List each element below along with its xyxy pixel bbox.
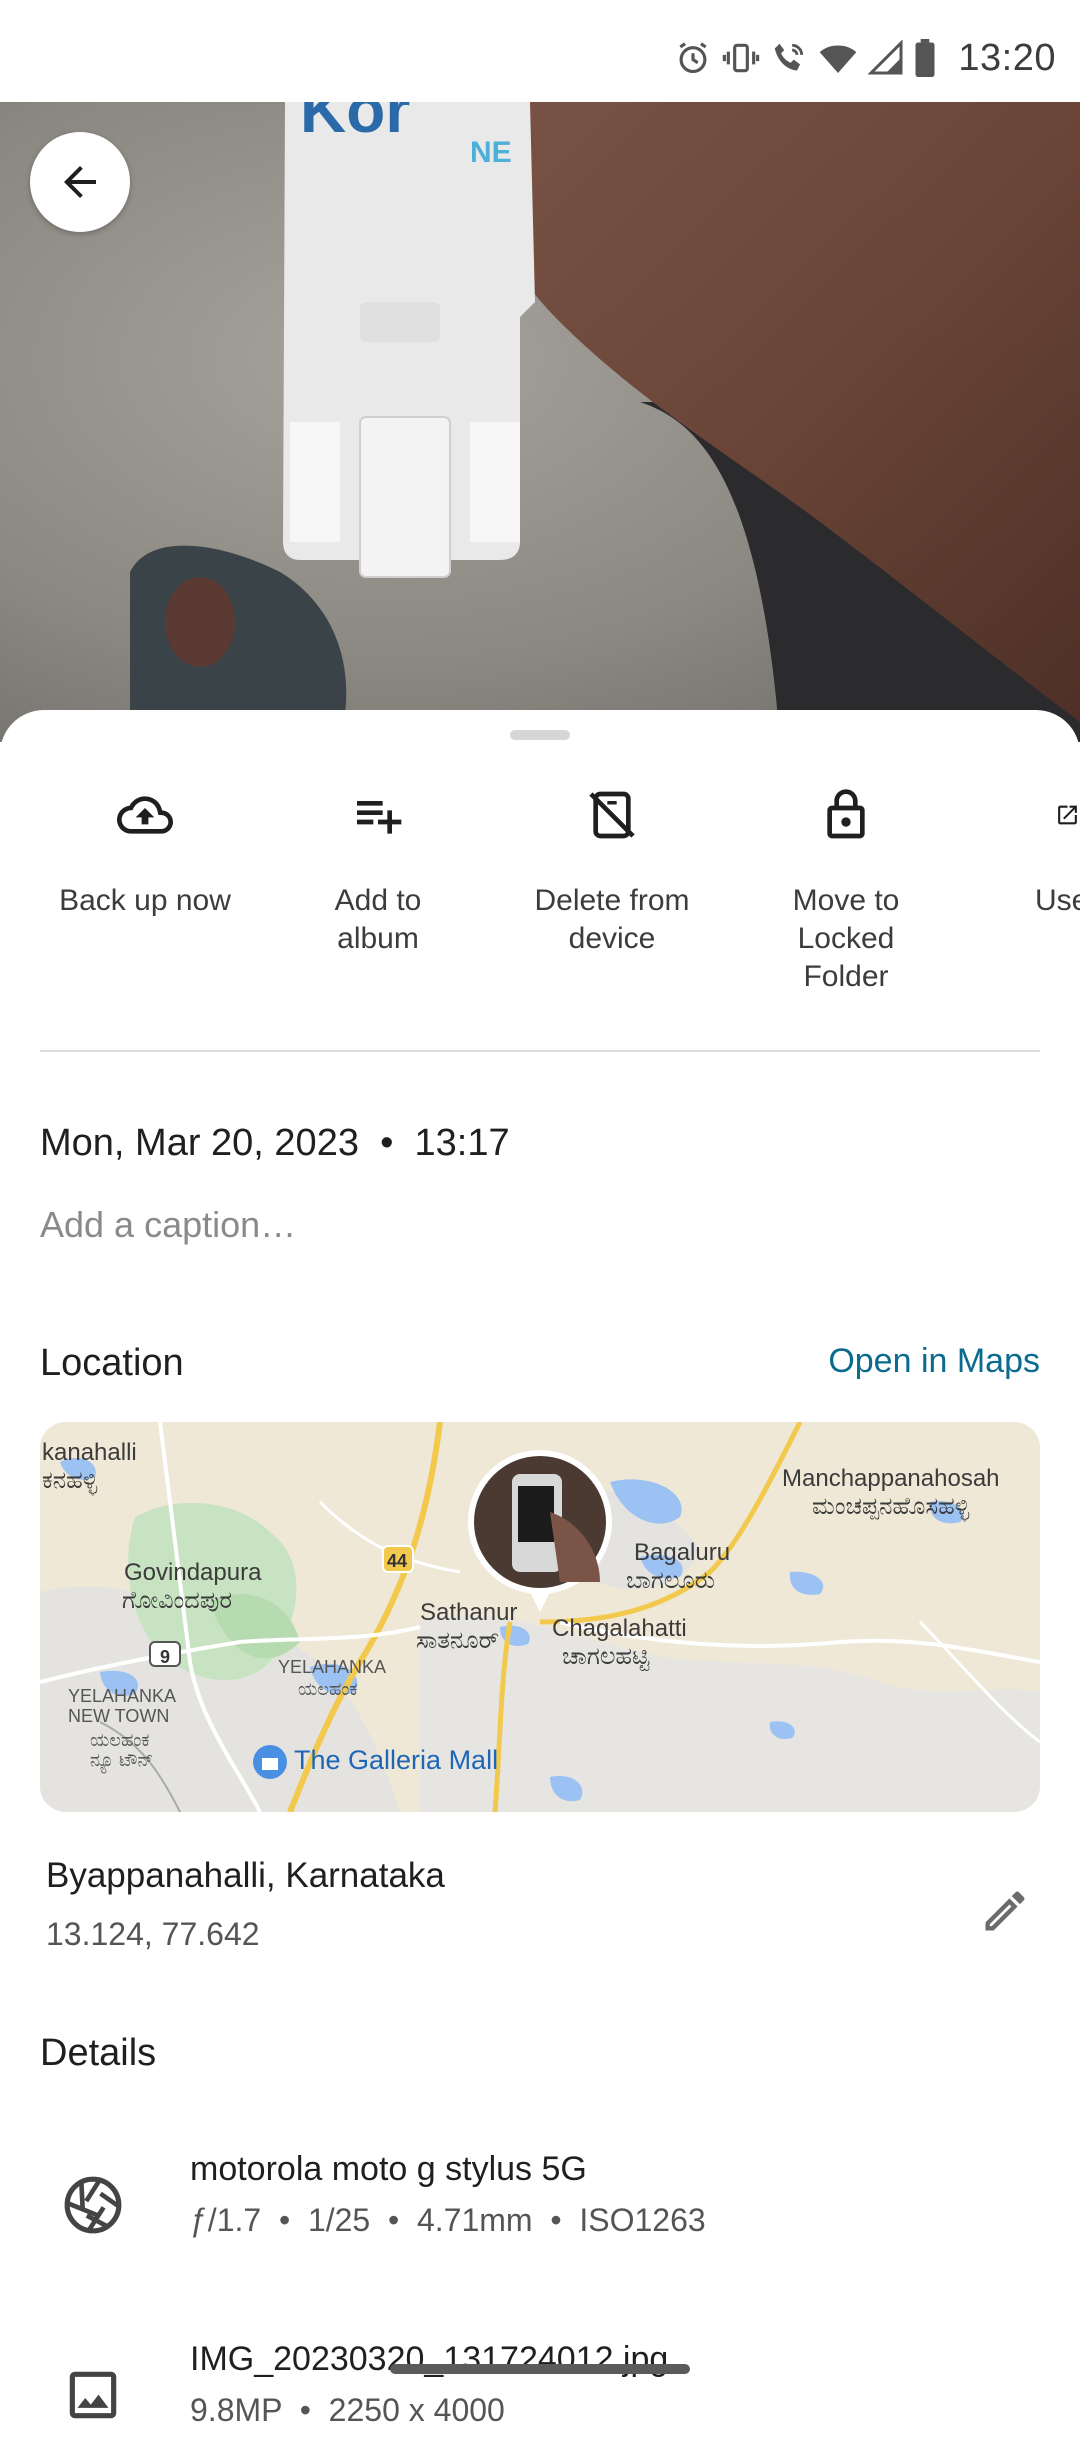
wifi-icon	[818, 40, 858, 76]
playlist-add-icon	[357, 801, 402, 834]
status-bar: 13:20	[0, 0, 1080, 102]
camera-details-row: motorola moto g stylus 5G ƒ/1.7 • 1/25 •…	[0, 2150, 1080, 2260]
alarm-icon	[674, 39, 712, 77]
file-details-row: IMG_20230320_131724012.jpg 9.8MP • 2250 …	[0, 2340, 1080, 2450]
photo-datetime: Mon, Mar 20, 2023 • 13:17	[40, 1122, 510, 1164]
back-up-now-button[interactable]: Back up now	[40, 770, 250, 920]
action-label: Delete from device	[534, 884, 690, 955]
gesture-nav-bar[interactable]	[390, 2364, 690, 2374]
divider	[40, 1050, 1040, 1052]
route-shield-label: 44	[387, 1551, 408, 1571]
signal-icon	[868, 40, 904, 76]
edit-location-button[interactable]	[970, 1876, 1040, 1946]
action-label: Add to album	[334, 884, 422, 955]
map-label: Bagaluru	[634, 1539, 731, 1566]
cloud-upload-icon	[117, 796, 173, 834]
map-label: Manchappanahosah	[782, 1465, 1000, 1492]
battery-icon	[914, 39, 936, 77]
wifi-call-icon	[770, 39, 808, 77]
move-to-locked-folder-button[interactable]: Move to Locked Folder	[741, 770, 951, 996]
aperture-icon	[58, 2170, 128, 2240]
map-label: Govindapura	[124, 1559, 262, 1586]
map-label: ಕನಹಳ್ಳಿ	[42, 1467, 98, 1494]
map-label: ಗೋವಿಂದಪುರ	[122, 1587, 233, 1614]
phone-off-icon	[589, 791, 635, 839]
add-to-album-button[interactable]: Add to album	[273, 770, 483, 958]
photo-view[interactable]: Kor NE	[0, 102, 1080, 742]
map-label: ಯಲಹಂಕ ನ್ಯೂ ಟೌನ್	[90, 1730, 154, 1770]
lock-icon	[827, 789, 865, 839]
use-as-button[interactable]: Use	[975, 770, 1080, 920]
photo-image: Kor NE	[0, 102, 1080, 742]
details-title: Details	[40, 2032, 157, 2074]
clock: 13:20	[958, 36, 1056, 79]
camera-model: motorola moto g stylus 5G	[190, 2150, 587, 2188]
map-label: Chagalahatti	[552, 1615, 687, 1642]
map-label: ಮಂಚಪ್ಪನಹೊಸಹಳ್ಳಿ	[812, 1493, 970, 1520]
svg-text:NE: NE	[470, 136, 512, 169]
route-shield-label: 9	[160, 1647, 171, 1667]
map-label: kanahalli	[42, 1439, 137, 1466]
map-label: Sathanur	[420, 1599, 518, 1626]
action-row: Back up now Add to album Delete from dev…	[0, 770, 1080, 1010]
info-sheet: Back up now Add to album Delete from dev…	[0, 710, 1080, 2428]
action-label: Use	[1035, 884, 1080, 917]
open-in-maps-link[interactable]: Open in Maps	[828, 1342, 1040, 1381]
place-coordinates: 13.124, 77.642	[46, 1916, 260, 1952]
svg-text:Kor: Kor	[300, 102, 410, 146]
drag-handle[interactable]	[510, 730, 570, 740]
camera-specs: ƒ/1.7 • 1/25 • 4.71mm • ISO1263	[190, 2202, 706, 2238]
vibrate-icon	[722, 39, 760, 77]
map-label-galleria: The Galleria Mall	[294, 1745, 499, 1775]
place-name: Byappanahalli, Karnataka	[46, 1856, 445, 1895]
pencil-icon	[985, 1891, 1025, 1931]
action-label: Back up now	[59, 884, 231, 917]
location-title: Location	[40, 1342, 184, 1384]
back-button[interactable]	[30, 132, 130, 232]
open-icon	[1058, 805, 1077, 825]
image-icon	[58, 2360, 128, 2430]
map-label: ಚಾಗಲಹಟ್ಟಿ	[562, 1643, 650, 1670]
delete-from-device-button[interactable]: Delete from device	[507, 770, 717, 958]
arrow-left-icon	[64, 166, 96, 198]
map-label: ಯಲಹಂಕ	[298, 1679, 358, 1699]
file-specs: 9.8MP • 2250 x 4000	[190, 2392, 505, 2428]
action-label: Move to Locked Folder	[792, 884, 900, 993]
map-label: YELAHANKA NEW TOWN	[68, 1686, 176, 1726]
location-map[interactable]: kanahalli ಕನಹಳ್ಳಿ Manchappanahosah ಮಂಚಪ್…	[40, 1422, 1040, 1812]
map-label: ಸಾತನೂರ್	[416, 1627, 500, 1654]
map-label: ಬಾಗಲೂರು	[626, 1567, 716, 1594]
caption-input[interactable]: Add a caption…	[40, 1204, 296, 1246]
status-icons: 13:20	[674, 30, 1056, 86]
